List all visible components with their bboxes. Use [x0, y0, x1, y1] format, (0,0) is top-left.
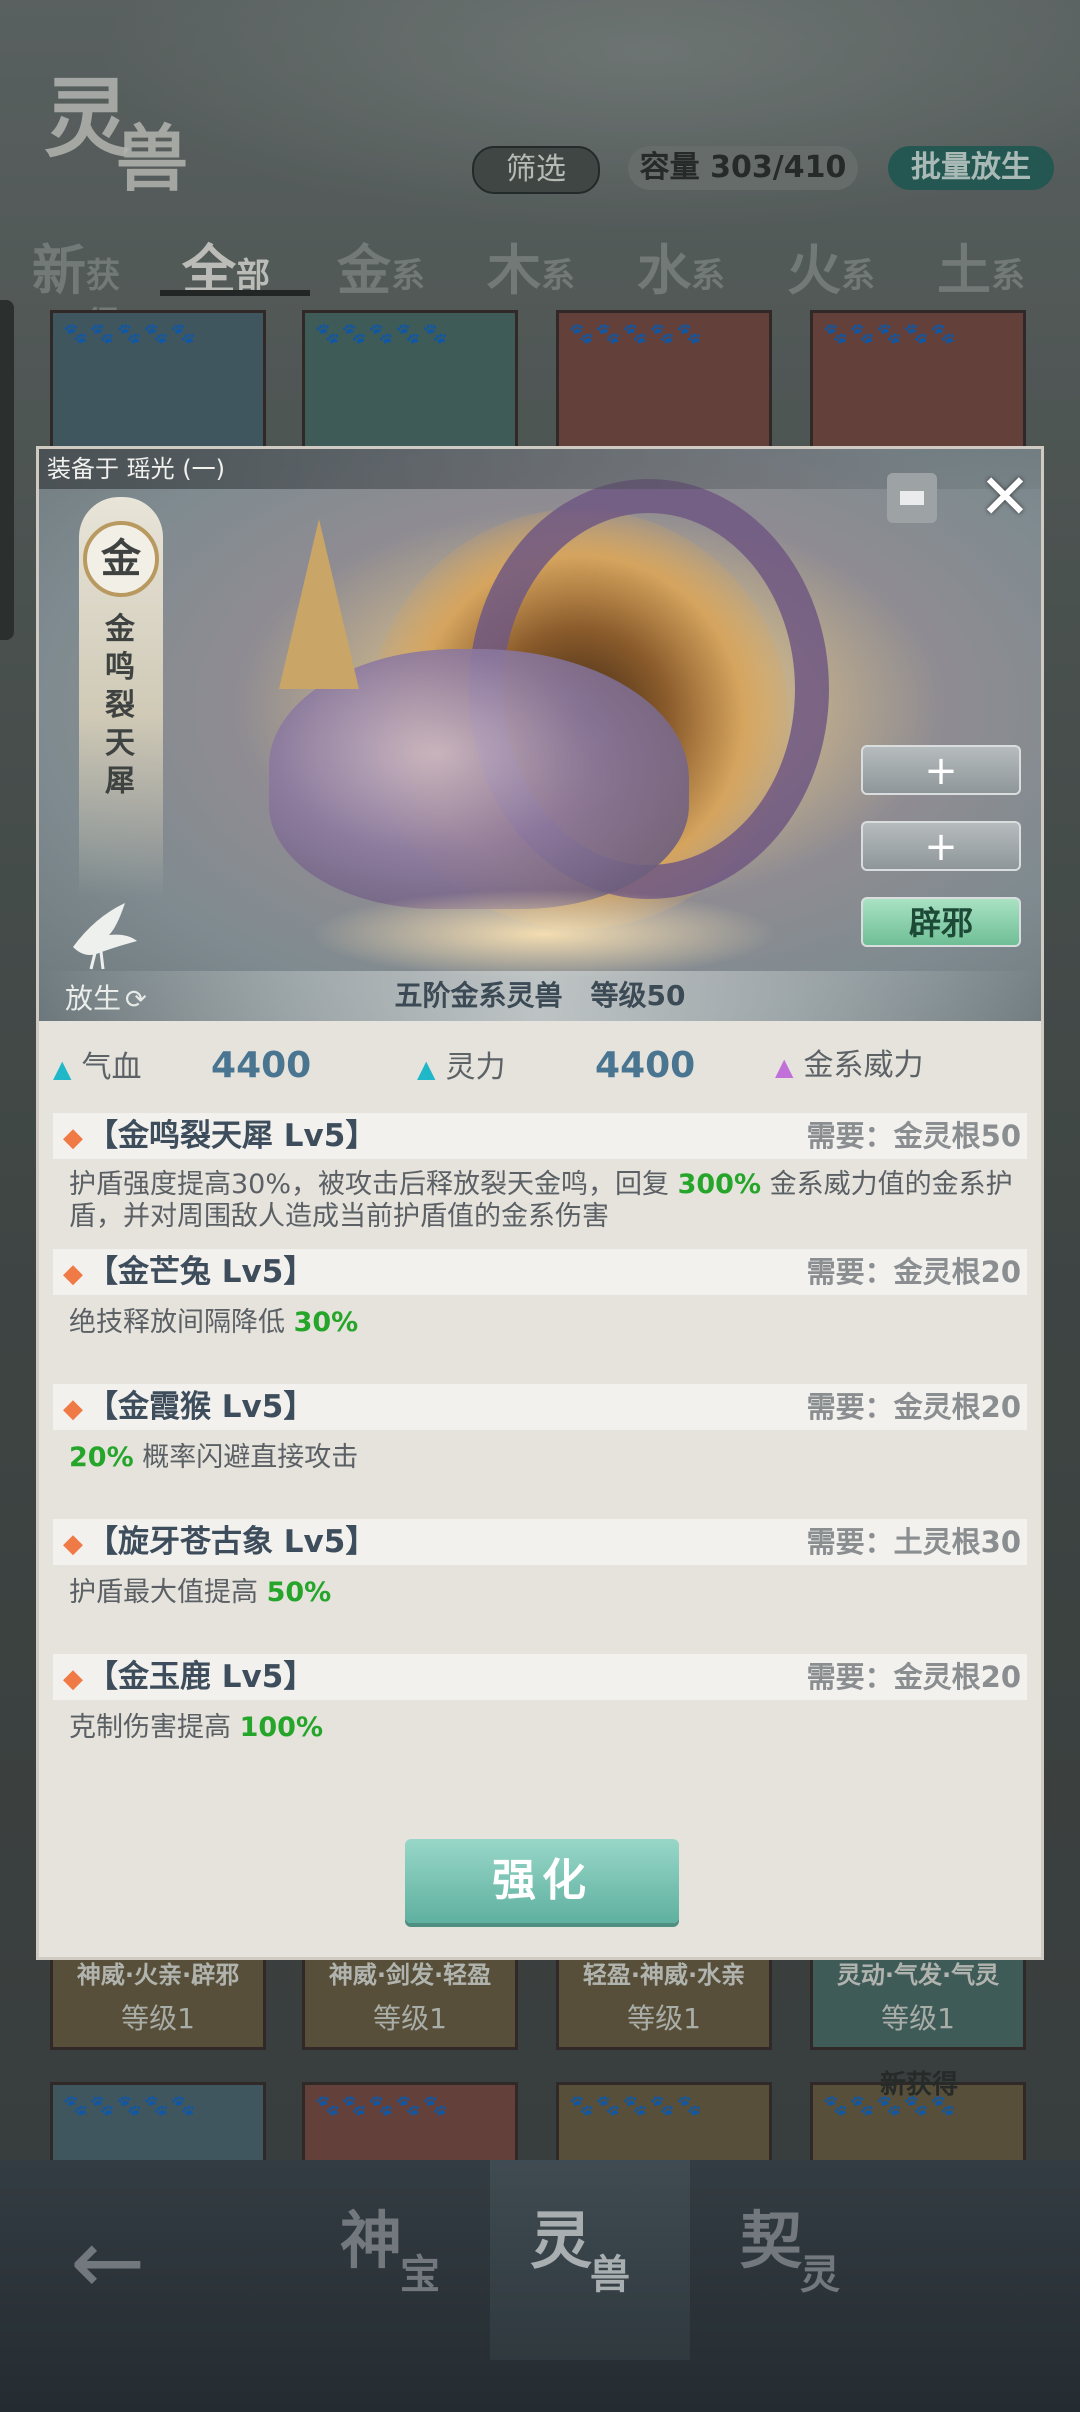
skill-requirement: 需要：土灵根30 [806, 1525, 1021, 1559]
diamond-icon: ◆ [63, 1394, 83, 1424]
beast-artwork: 装备于 瑶光 (一) ✕ 金 金鸣裂天犀 放生⟳ + + 辟邪 五阶金系灵兽 等… [39, 449, 1041, 1021]
add-slot-button[interactable]: + [861, 745, 1021, 795]
skill-requirement: 需要：金灵根20 [806, 1660, 1021, 1694]
skill-header: ◆ 【金芒兔 Lv5】 需要：金灵根20 [53, 1249, 1027, 1295]
crane-icon[interactable] [65, 897, 145, 973]
diamond-icon: ◆ [63, 1259, 83, 1289]
skill-title: 【金玉鹿 Lv5】 [87, 1659, 315, 1695]
element-medal: 金 [83, 521, 159, 597]
skill-description: 护盾最大值提高 50% [69, 1577, 332, 1608]
skill-title: 【金芒兔 Lv5】 [87, 1254, 315, 1290]
skill-description: 克制伤害提高 100% [69, 1712, 324, 1743]
diamond-icon: ◆ [63, 1529, 83, 1559]
skill-description: 20% 概率闪避直接攻击 [69, 1442, 359, 1473]
close-icon[interactable]: ✕ [979, 466, 1031, 528]
stat-spirit: ▲ 灵力 4400 [417, 1045, 696, 1086]
trait-bixie-button[interactable]: 辟邪 [861, 897, 1021, 947]
artwork-horn [279, 519, 359, 689]
up-triangle-icon: ▲ [53, 1055, 72, 1083]
stat-hp: ▲ 气血 4400 [53, 1045, 312, 1086]
beast-detail-modal: 装备于 瑶光 (一) ✕ 金 金鸣裂天犀 放生⟳ + + 辟邪 五阶金系灵兽 等… [36, 446, 1044, 1960]
beast-name: 金鸣裂天犀 [105, 612, 135, 799]
up-triangle-icon: ▲ [417, 1055, 436, 1083]
tier-level-text: 五阶金系灵兽 等级50 [39, 971, 1041, 1021]
stats-row: ▲气血 4400 ▲灵力 4400 ▲金系威力 1200 [39, 1033, 1041, 1153]
lock-icon[interactable] [887, 473, 937, 523]
skill-title: 【金鸣裂天犀 Lv5】 [87, 1118, 377, 1154]
stat-metal-power: ▲金系威力 1200 [775, 1048, 924, 1153]
skill-header: ◆ 【旋牙苍古象 Lv5】 需要：土灵根30 [53, 1519, 1027, 1565]
up-triangle-icon: ▲ [775, 1053, 794, 1081]
skill-header: ◆ 【金霞猴 Lv5】 需要：金灵根20 [53, 1384, 1027, 1430]
skill-requirement: 需要：金灵根20 [806, 1390, 1021, 1424]
skill-requirement: 需要：金灵根20 [806, 1255, 1021, 1289]
skill-title: 【旋牙苍古象 Lv5】 [87, 1524, 377, 1560]
enhance-button[interactable]: 强化 [405, 1839, 679, 1923]
artwork-cloud [309, 889, 779, 979]
skill-requirement: 需要：金灵根50 [806, 1119, 1021, 1153]
skill-description: 护盾强度提高30%，被攻击后释放裂天金鸣，回复 300% 金系威力值的金系护盾，… [69, 1169, 1013, 1232]
skill-title: 【金霞猴 Lv5】 [87, 1389, 315, 1425]
skill-header: ◆ 【金玉鹿 Lv5】 需要：金灵根20 [53, 1654, 1027, 1700]
skill-header: ◆ 【金鸣裂天犀 Lv5】 需要：金灵根50 [53, 1113, 1027, 1159]
diamond-icon: ◆ [63, 1664, 83, 1694]
add-slot-button[interactable]: + [861, 821, 1021, 871]
diamond-icon: ◆ [63, 1123, 83, 1153]
skill-description: 绝技释放间隔降低 30% [69, 1307, 359, 1338]
